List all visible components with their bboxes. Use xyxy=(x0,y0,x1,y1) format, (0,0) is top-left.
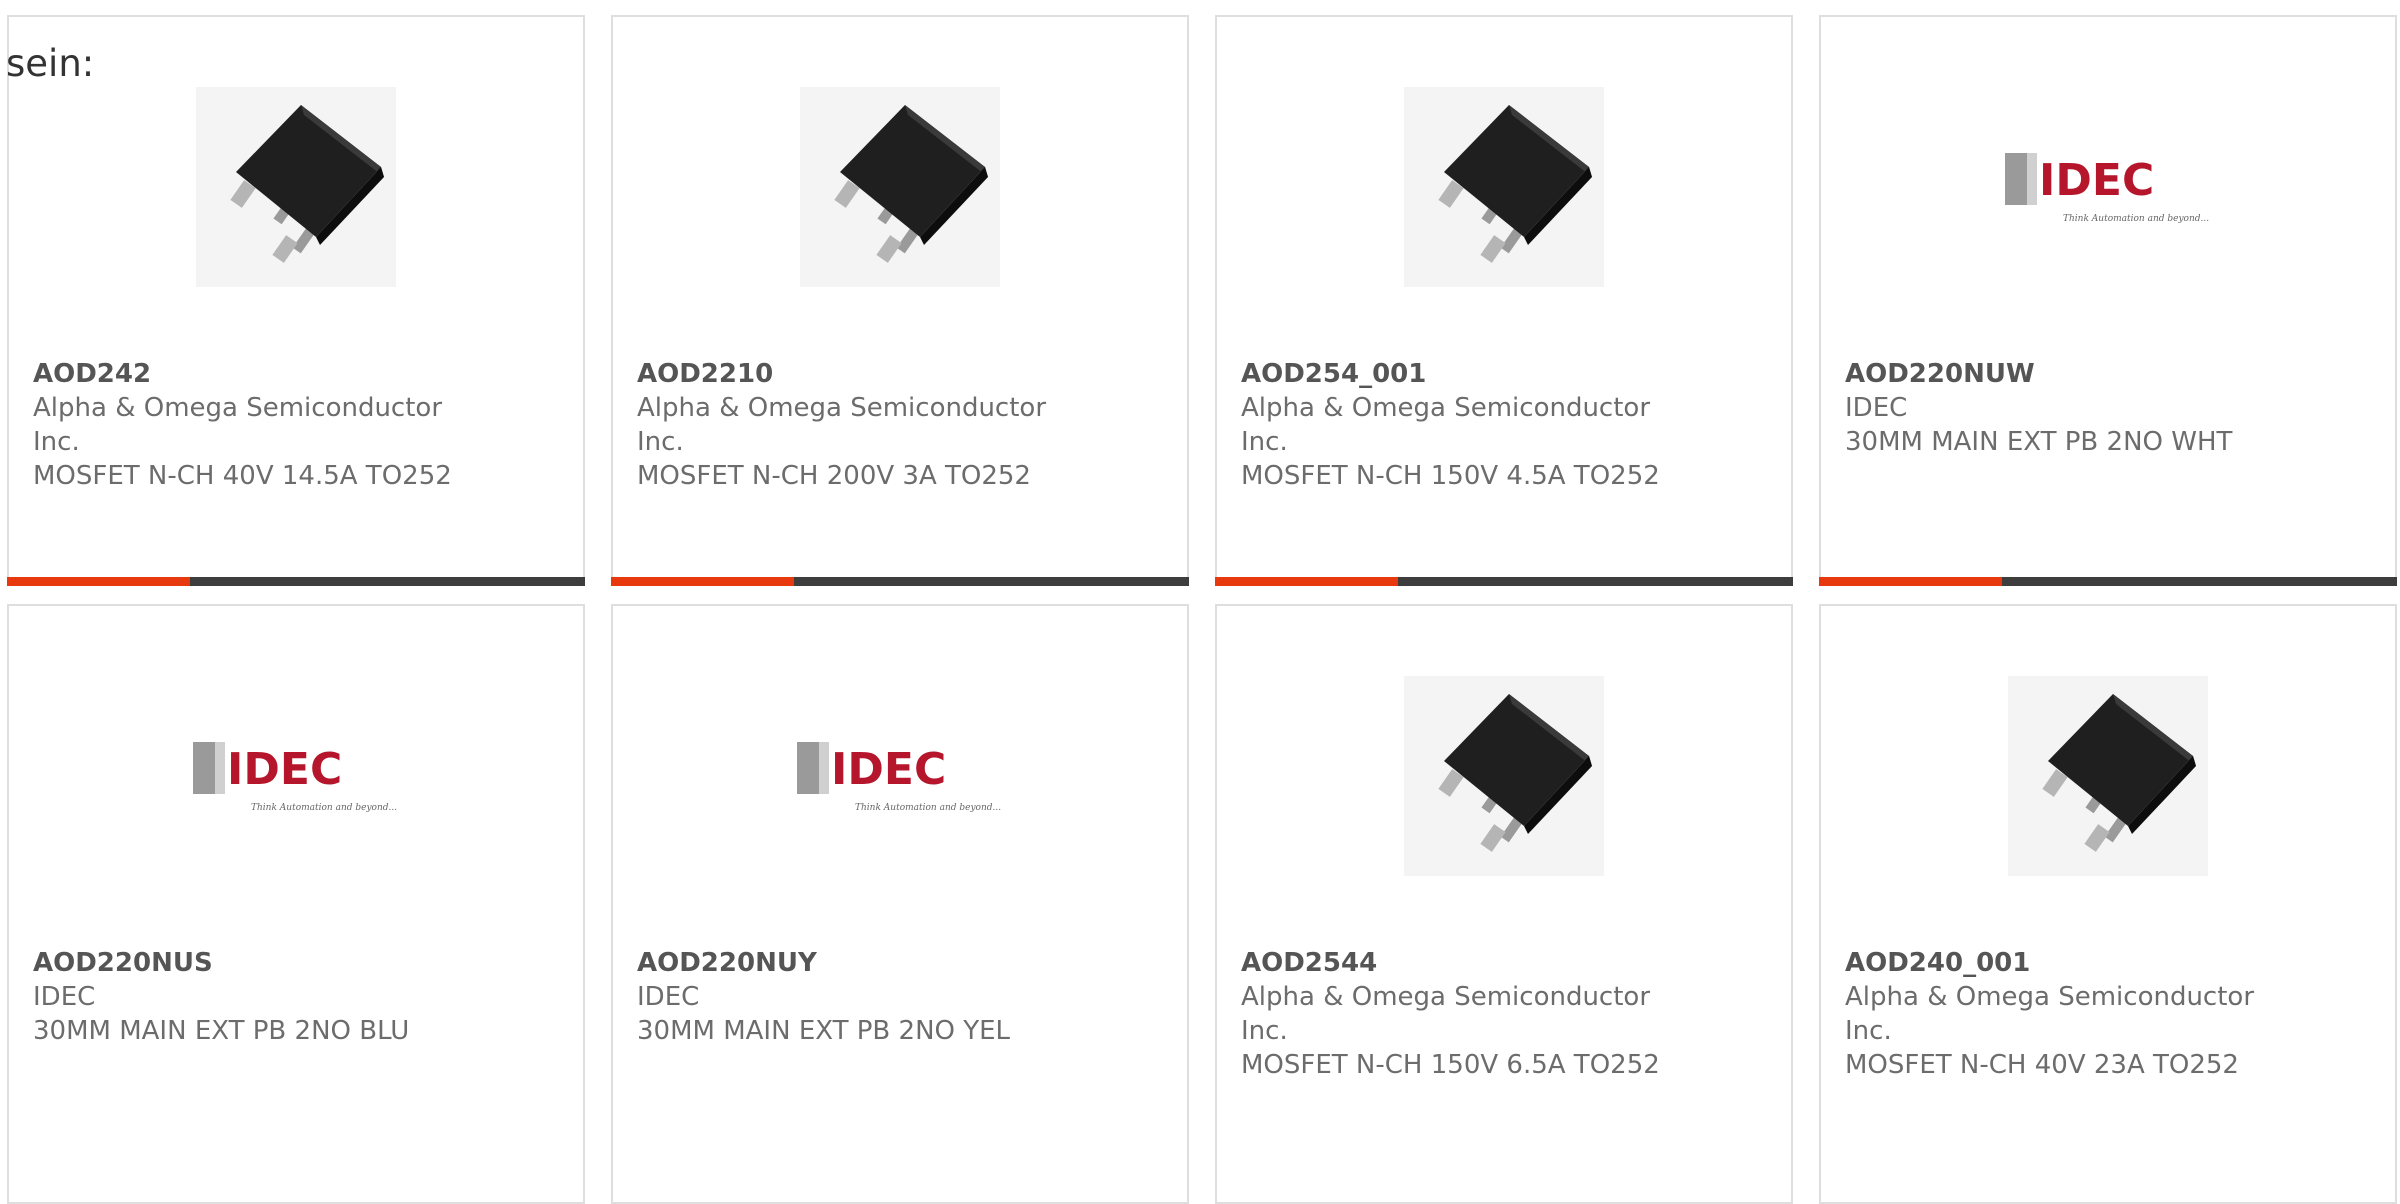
product-info: AOD2210 Alpha & Omega Semiconductor Inc.… xyxy=(637,357,1167,493)
manufacturer-name: IDEC xyxy=(1845,393,1908,423)
accent-segment xyxy=(1215,577,1398,586)
lead-text: sein: xyxy=(6,42,95,85)
accent-segment xyxy=(1819,577,2002,586)
product-description: MOSFET N-CH 150V 6.5A TO252 xyxy=(1241,1050,1660,1080)
part-number-link[interactable]: AOD2210 xyxy=(637,357,1167,391)
to252-chip-icon xyxy=(2008,676,2208,876)
manufacturer-name: Alpha & Omega Semiconductor Inc. xyxy=(1241,982,1651,1046)
card-bottom-bar xyxy=(7,577,585,586)
product-card[interactable]: IDEC Think Automation and beyond... AOD2… xyxy=(1819,15,2397,586)
part-number-link[interactable]: AOD240_001 xyxy=(1845,946,2375,980)
idec-wordmark: IDEC xyxy=(227,744,342,795)
product-description: 30MM MAIN EXT PB 2NO WHT xyxy=(1845,427,2233,457)
card-bottom-bar xyxy=(1215,577,1793,586)
part-number-link[interactable]: AOD254_001 xyxy=(1241,357,1771,391)
to252-chip-icon xyxy=(1404,87,1604,287)
product-info: AOD220NUW IDEC 30MM MAIN EXT PB 2NO WHT xyxy=(1845,357,2375,459)
product-card[interactable]: AOD2210 Alpha & Omega Semiconductor Inc.… xyxy=(611,15,1189,586)
idec-logo: IDEC Think Automation and beyond... xyxy=(193,742,397,813)
manufacturer-name: IDEC xyxy=(637,982,700,1012)
manufacturer-name: Alpha & Omega Semiconductor Inc. xyxy=(33,393,443,457)
manufacturer-name: Alpha & Omega Semiconductor Inc. xyxy=(1845,982,2255,1046)
product-image[interactable] xyxy=(1217,77,1791,297)
product-image[interactable]: IDEC Think Automation and beyond... xyxy=(613,666,1187,886)
idec-logo: IDEC Think Automation and beyond... xyxy=(2005,153,2209,224)
to252-chip-icon xyxy=(1404,676,1604,876)
card-bottom-bar xyxy=(611,577,1189,586)
part-number-link[interactable]: AOD220NUY xyxy=(637,946,1167,980)
product-card[interactable]: AOD2544 Alpha & Omega Semiconductor Inc.… xyxy=(1215,604,1793,1204)
product-info: AOD240_001 Alpha & Omega Semiconductor I… xyxy=(1845,946,2375,1082)
part-number-link[interactable]: AOD2544 xyxy=(1241,946,1771,980)
product-image[interactable] xyxy=(1217,666,1791,886)
card-bottom-bar xyxy=(1819,577,2397,586)
accent-segment xyxy=(7,577,190,586)
product-description: MOSFET N-CH 40V 23A TO252 xyxy=(1845,1050,2239,1080)
product-description: 30MM MAIN EXT PB 2NO BLU xyxy=(33,1016,410,1046)
product-info: AOD220NUS IDEC 30MM MAIN EXT PB 2NO BLU xyxy=(33,946,563,1048)
product-image[interactable]: IDEC Think Automation and beyond... xyxy=(1821,77,2395,297)
part-number-link[interactable]: AOD220NUW xyxy=(1845,357,2375,391)
idec-logo: IDEC Think Automation and beyond... xyxy=(797,742,1001,813)
product-info: AOD220NUY IDEC 30MM MAIN EXT PB 2NO YEL xyxy=(637,946,1167,1048)
idec-tagline: Think Automation and beyond... xyxy=(855,803,1001,813)
product-card[interactable]: IDEC Think Automation and beyond... AOD2… xyxy=(7,604,585,1204)
product-card[interactable]: AOD254_001 Alpha & Omega Semiconductor I… xyxy=(1215,15,1793,586)
idec-wordmark: IDEC xyxy=(2039,155,2154,206)
product-image[interactable]: IDEC Think Automation and beyond... xyxy=(9,666,583,886)
product-image[interactable] xyxy=(1821,666,2395,886)
manufacturer-name: Alpha & Omega Semiconductor Inc. xyxy=(1241,393,1651,457)
product-card[interactable]: IDEC Think Automation and beyond... AOD2… xyxy=(611,604,1189,1204)
product-card[interactable]: AOD242 Alpha & Omega Semiconductor Inc. … xyxy=(7,15,585,586)
idec-tagline: Think Automation and beyond... xyxy=(2063,214,2209,224)
product-description: MOSFET N-CH 40V 14.5A TO252 xyxy=(33,461,452,491)
product-description: 30MM MAIN EXT PB 2NO YEL xyxy=(637,1016,1011,1046)
product-info: AOD254_001 Alpha & Omega Semiconductor I… xyxy=(1241,357,1771,493)
manufacturer-name: Alpha & Omega Semiconductor Inc. xyxy=(637,393,1047,457)
idec-tagline: Think Automation and beyond... xyxy=(251,803,397,813)
to252-chip-icon xyxy=(800,87,1000,287)
part-number-link[interactable]: AOD242 xyxy=(33,357,563,391)
product-image[interactable] xyxy=(613,77,1187,297)
accent-segment xyxy=(611,577,794,586)
product-description: MOSFET N-CH 150V 4.5A TO252 xyxy=(1241,461,1660,491)
product-image[interactable] xyxy=(9,77,583,297)
product-info: AOD2544 Alpha & Omega Semiconductor Inc.… xyxy=(1241,946,1771,1082)
to252-chip-icon xyxy=(196,87,396,287)
part-number-link[interactable]: AOD220NUS xyxy=(33,946,563,980)
idec-wordmark: IDEC xyxy=(831,744,946,795)
product-card[interactable]: AOD240_001 Alpha & Omega Semiconductor I… xyxy=(1819,604,2397,1204)
product-info: AOD242 Alpha & Omega Semiconductor Inc. … xyxy=(33,357,563,493)
manufacturer-name: IDEC xyxy=(33,982,96,1012)
product-description: MOSFET N-CH 200V 3A TO252 xyxy=(637,461,1031,491)
